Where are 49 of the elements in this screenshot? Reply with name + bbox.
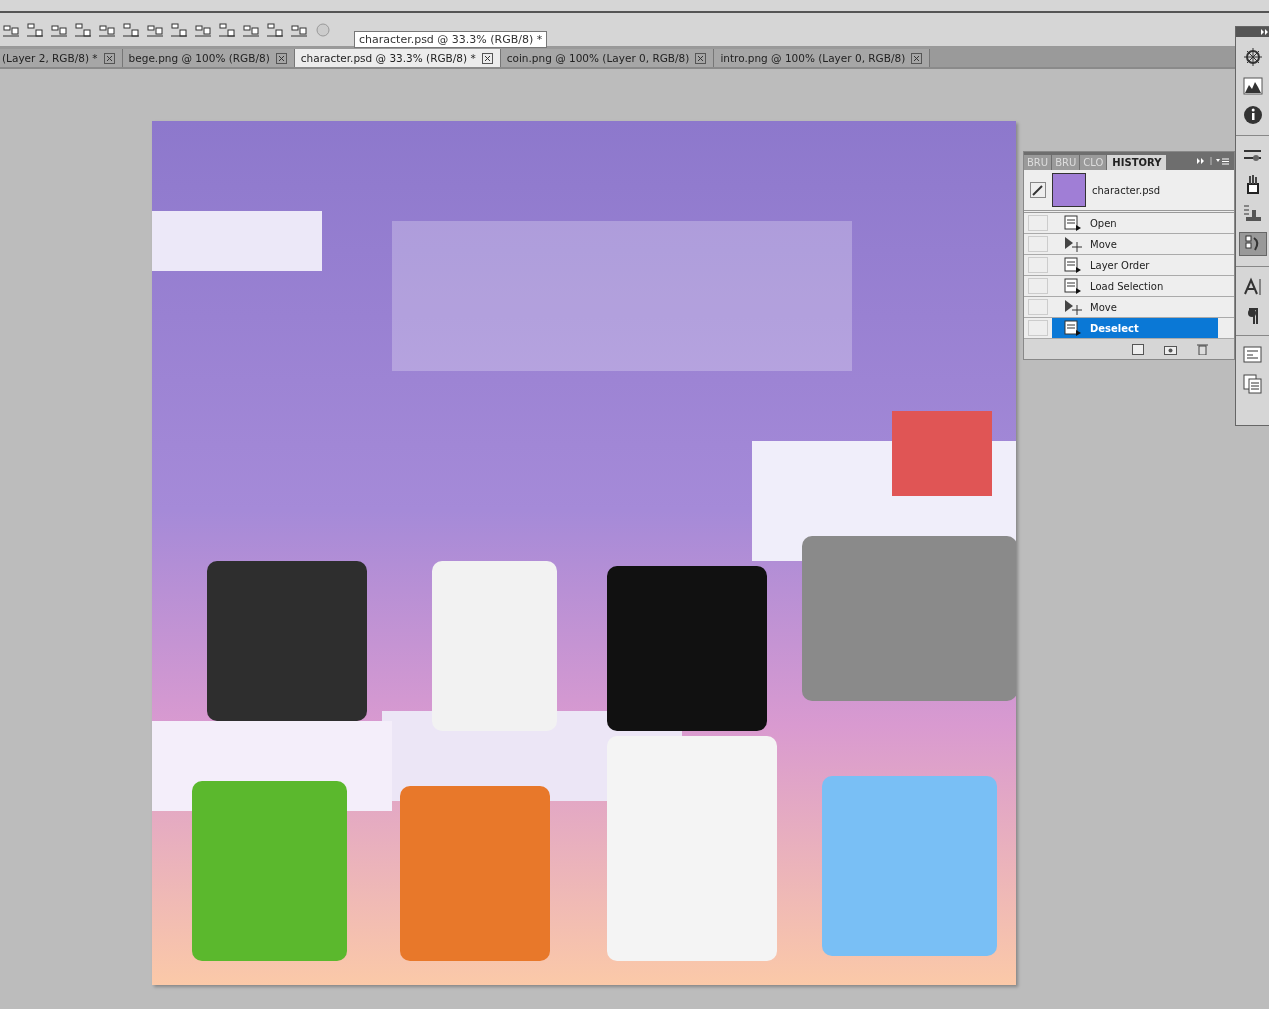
source-checkbox[interactable] (1028, 257, 1048, 273)
source-checkbox[interactable] (1028, 278, 1048, 294)
source-checkbox[interactable] (1028, 236, 1048, 252)
document-tab[interactable]: (Layer 2, RGB/8) * (0, 49, 123, 67)
document-icon (1064, 215, 1082, 231)
document-tab[interactable]: intro.png @ 100% (Layer 0, RGB/8) (714, 49, 931, 67)
source-checkbox[interactable] (1028, 215, 1048, 231)
trash-icon[interactable] (1197, 343, 1208, 355)
align-icon[interactable] (74, 20, 92, 39)
layer-comps-icon[interactable] (1243, 374, 1263, 394)
panel-menu-icon[interactable] (1196, 156, 1230, 166)
character-icon[interactable] (1243, 277, 1263, 297)
align-icon[interactable] (170, 20, 188, 39)
brush-icon[interactable] (1030, 182, 1046, 198)
panel-tab[interactable]: HISTORY (1107, 155, 1167, 170)
document-icon (1064, 257, 1082, 273)
history-panel-button[interactable] (1239, 232, 1267, 256)
camera-icon[interactable] (1164, 343, 1177, 355)
document-tab[interactable]: coin.png @ 100% (Layer 0, RGB/8) (500, 49, 715, 67)
notes-icon[interactable] (1243, 346, 1263, 364)
snapshot-name: character.psd (1092, 184, 1161, 196)
collapse-icon[interactable] (1260, 28, 1269, 36)
align-icon[interactable] (266, 20, 284, 39)
new-document-icon[interactable] (1132, 343, 1144, 355)
snapshot-thumbnail[interactable] (1052, 173, 1086, 207)
history-item[interactable]: Deselect (1052, 318, 1218, 338)
close-icon[interactable] (911, 52, 923, 64)
close-icon[interactable] (103, 52, 115, 64)
document-tab[interactable]: bege.png @ 100% (RGB/8) (122, 49, 295, 67)
tooltip: character.psd @ 33.3% (RGB/8) * (354, 31, 548, 48)
move-icon (1064, 299, 1082, 315)
dock-header[interactable] (1236, 27, 1269, 37)
source-checkbox[interactable] (1028, 299, 1048, 315)
document-tab[interactable]: character.psd @ 33.3% (RGB/8) * (294, 49, 501, 67)
paragraph-icon[interactable] (1246, 307, 1260, 325)
align-icon[interactable] (26, 20, 44, 39)
close-icon[interactable] (481, 52, 493, 64)
info-icon[interactable] (1243, 105, 1263, 125)
histogram-icon[interactable] (1243, 77, 1263, 95)
close-icon[interactable] (695, 52, 707, 64)
close-icon[interactable] (275, 52, 287, 64)
align-icon[interactable] (218, 20, 236, 39)
document-icon (1064, 320, 1082, 336)
document-icon (1064, 278, 1082, 294)
source-checkbox[interactable] (1028, 320, 1048, 336)
wheel-icon[interactable] (1243, 47, 1263, 67)
align-icon[interactable] (122, 20, 140, 39)
stamp-icon[interactable] (1243, 204, 1263, 222)
move-icon (1064, 236, 1082, 252)
